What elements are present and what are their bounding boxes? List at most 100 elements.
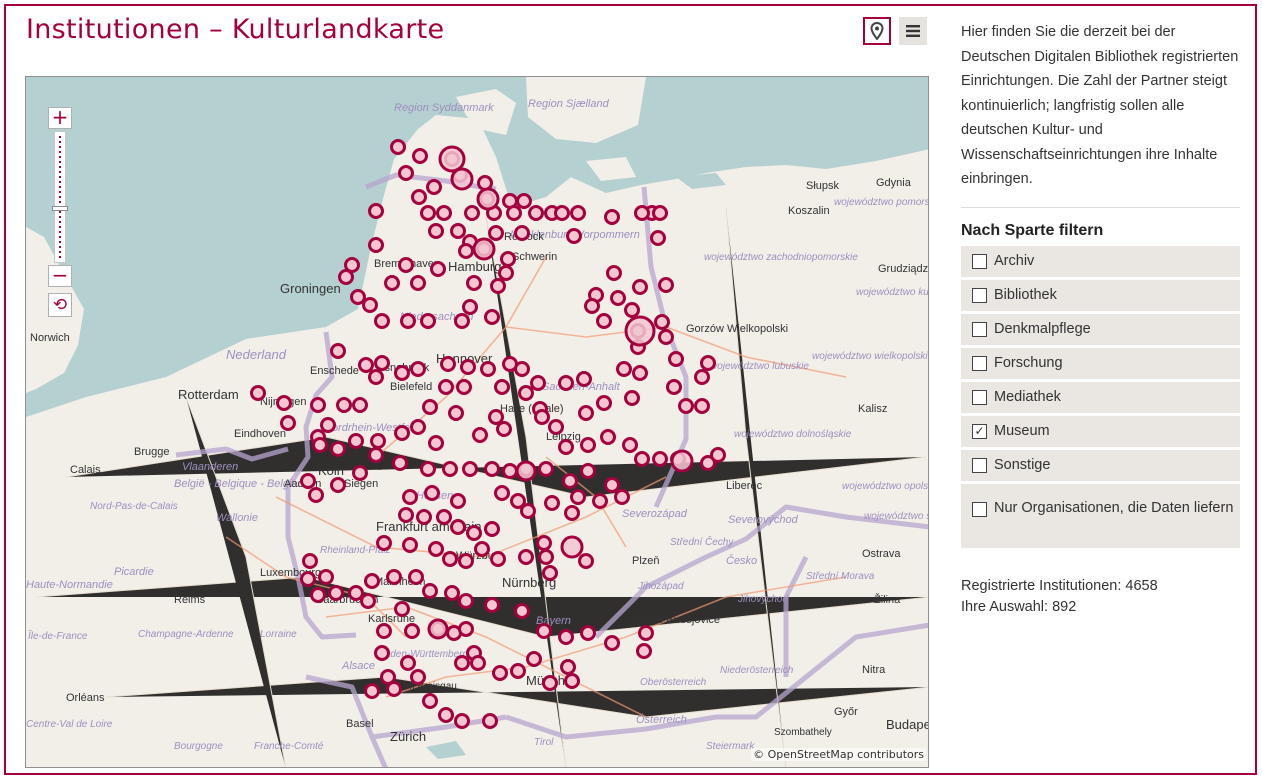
institution-marker[interactable]	[374, 313, 390, 329]
institution-marker[interactable]	[394, 365, 410, 381]
institution-marker[interactable]	[514, 225, 530, 241]
checkbox-icon[interactable]	[972, 457, 987, 473]
institution-marker[interactable]	[538, 549, 554, 565]
institution-marker[interactable]	[668, 351, 684, 367]
institution-marker[interactable]	[578, 405, 594, 421]
institution-marker[interactable]	[558, 375, 574, 391]
institution-marker[interactable]	[368, 447, 384, 463]
filter-bibliothek[interactable]: Bibliothek	[961, 279, 1240, 311]
institution-marker[interactable]	[422, 399, 438, 415]
institution-marker[interactable]	[360, 593, 376, 609]
map-view-button[interactable]	[863, 17, 891, 45]
institution-marker[interactable]	[652, 451, 668, 467]
institution-marker[interactable]	[370, 433, 386, 449]
institution-marker[interactable]	[558, 629, 574, 645]
institution-marker[interactable]	[310, 397, 326, 413]
institution-marker[interactable]	[536, 535, 552, 551]
institution-marker[interactable]	[500, 251, 516, 267]
institution-marker[interactable]	[302, 553, 318, 569]
institution-marker[interactable]	[312, 437, 328, 453]
institution-marker[interactable]	[638, 625, 654, 641]
institution-marker[interactable]	[516, 193, 532, 209]
institution-marker[interactable]	[438, 707, 454, 723]
checkbox-icon[interactable]: ✓	[972, 423, 987, 439]
institution-marker[interactable]	[422, 693, 438, 709]
institution-marker[interactable]	[634, 205, 650, 221]
institution-marker[interactable]	[320, 417, 336, 433]
institution-marker[interactable]	[564, 673, 580, 689]
institution-marker[interactable]	[454, 713, 470, 729]
institution-cluster-marker[interactable]	[450, 167, 474, 191]
institution-marker[interactable]	[376, 623, 392, 639]
institution-cluster-marker[interactable]	[472, 237, 496, 261]
institution-marker[interactable]	[300, 473, 316, 489]
institution-marker[interactable]	[498, 265, 514, 281]
institution-marker[interactable]	[490, 551, 506, 567]
filter-archiv[interactable]: Archiv	[961, 245, 1240, 277]
institution-marker[interactable]	[368, 237, 384, 253]
institution-marker[interactable]	[330, 477, 346, 493]
institution-marker[interactable]	[632, 365, 648, 381]
filter-mediathek[interactable]: Mediathek	[961, 381, 1240, 413]
institution-marker[interactable]	[536, 623, 552, 639]
institution-marker[interactable]	[410, 275, 426, 291]
institution-marker[interactable]	[404, 623, 420, 639]
institution-marker[interactable]	[484, 521, 500, 537]
institution-marker[interactable]	[410, 361, 426, 377]
institution-marker[interactable]	[462, 461, 478, 477]
institution-marker[interactable]	[394, 425, 410, 441]
institution-marker[interactable]	[488, 409, 504, 425]
institution-marker[interactable]	[530, 375, 546, 391]
institution-marker[interactable]	[526, 651, 542, 667]
institution-marker[interactable]	[484, 597, 500, 613]
institution-marker[interactable]	[300, 571, 316, 587]
checkbox-icon[interactable]	[972, 253, 987, 269]
institution-marker[interactable]	[482, 713, 498, 729]
institution-marker[interactable]	[542, 675, 558, 691]
institution-marker[interactable]	[328, 585, 344, 601]
institution-marker[interactable]	[386, 681, 402, 697]
institution-marker[interactable]	[514, 361, 530, 377]
institution-marker[interactable]	[400, 655, 416, 671]
institution-marker[interactable]	[694, 369, 710, 385]
institution-marker[interactable]	[436, 509, 452, 525]
institution-marker[interactable]	[440, 356, 456, 372]
institution-marker[interactable]	[480, 361, 496, 377]
institution-marker[interactable]	[604, 477, 620, 493]
map-attribution[interactable]: © OpenStreetMap contributors	[751, 748, 926, 761]
institution-marker[interactable]	[502, 463, 518, 479]
checkbox-icon[interactable]	[972, 321, 987, 337]
institution-marker[interactable]	[562, 473, 578, 489]
institution-marker[interactable]	[484, 461, 500, 477]
institution-cluster-marker[interactable]	[670, 449, 694, 473]
institution-marker[interactable]	[610, 290, 626, 306]
institution-marker[interactable]	[596, 395, 612, 411]
institution-marker[interactable]	[424, 485, 440, 501]
reset-view-button[interactable]: ⟲	[48, 293, 72, 317]
institution-cluster-marker[interactable]	[438, 145, 466, 173]
institution-marker[interactable]	[606, 265, 622, 281]
institution-cluster-marker[interactable]	[476, 187, 500, 211]
institution-marker[interactable]	[624, 390, 640, 406]
institution-marker[interactable]	[566, 228, 582, 244]
institution-marker[interactable]	[402, 537, 418, 553]
institution-marker[interactable]	[632, 279, 648, 295]
institution-marker[interactable]	[518, 385, 534, 401]
institution-marker[interactable]	[542, 565, 558, 581]
institution-marker[interactable]	[538, 461, 554, 477]
institution-marker[interactable]	[402, 489, 418, 505]
institution-marker[interactable]	[420, 205, 436, 221]
institution-marker[interactable]	[496, 421, 512, 437]
institution-cluster-marker[interactable]	[515, 460, 537, 482]
institution-marker[interactable]	[384, 275, 400, 291]
institution-marker[interactable]	[454, 313, 470, 329]
institution-marker[interactable]	[444, 585, 460, 601]
institution-marker[interactable]	[710, 447, 726, 463]
institution-marker[interactable]	[364, 683, 380, 699]
institution-marker[interactable]	[616, 361, 632, 377]
list-view-button[interactable]	[899, 17, 927, 45]
institution-marker[interactable]	[352, 397, 368, 413]
institution-marker[interactable]	[420, 461, 436, 477]
institution-marker[interactable]	[564, 505, 580, 521]
institution-marker[interactable]	[658, 277, 674, 293]
